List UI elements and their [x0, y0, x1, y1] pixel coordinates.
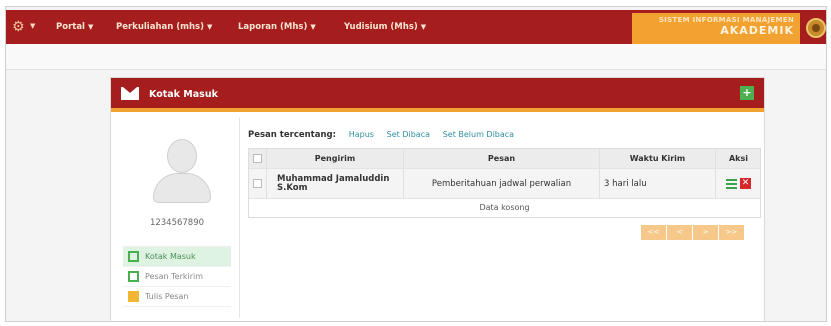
gear-icon[interactable]: ⚙	[12, 19, 28, 35]
bulk-actions: Pesan tercentang: Hapus Set Dibaca Set B…	[248, 130, 524, 140]
app-window: ⚙ ▼ Portal ▼ Perkuliahan (mhs) ▼ Laporan (…	[5, 6, 827, 322]
menu-item-inbox[interactable]: Kotak Masuk	[123, 247, 231, 267]
top-navbar: ⚙ ▼ Portal ▼ Perkuliahan (mhs) ▼ Laporan (…	[6, 10, 826, 44]
pencil-icon	[128, 291, 139, 302]
bulk-actions-label: Pesan tercentang:	[248, 130, 337, 140]
header-actions: Aksi	[728, 154, 748, 163]
nav-menu-portal[interactable]: Portal ▼	[56, 22, 93, 32]
select-all-checkbox[interactable]	[253, 154, 262, 163]
chevron-down-icon[interactable]: ▼	[30, 22, 35, 30]
mark-read-link[interactable]: Set Dibaca	[387, 130, 430, 139]
nav-menu-yudisium[interactable]: Yudisium (Mhs) ▼	[344, 22, 426, 32]
inbox-panel: Kotak Masuk + 1234567890 Kotak Masuk Pes…	[110, 77, 765, 321]
delete-icon[interactable]: ✕	[740, 178, 751, 189]
table-row[interactable]: Muhammad Jamaluddin S.Kom Pemberitahuan …	[249, 169, 760, 199]
compose-button[interactable]: +	[740, 86, 754, 100]
row-select-cell	[249, 169, 267, 198]
chevron-down-icon: ▼	[87, 23, 94, 31]
first-page-button[interactable]: <<	[641, 225, 666, 240]
header-sender[interactable]: Pengirim	[267, 149, 404, 168]
panel-title: Kotak Masuk	[149, 89, 218, 100]
avatar	[149, 133, 215, 205]
chevron-down-icon: ▼	[310, 23, 316, 31]
detail-list-icon[interactable]	[726, 178, 737, 189]
nav-menu-laporan[interactable]: Laporan (Mhs) ▼	[238, 22, 316, 32]
column-divider	[239, 118, 240, 318]
student-id: 1234567890	[149, 218, 205, 228]
brand-title: AKADEMIK	[720, 24, 794, 37]
edit-icon	[128, 271, 139, 282]
avatar-body	[153, 173, 211, 203]
message-subject[interactable]: Pemberitahuan jadwal perwalian	[404, 169, 600, 198]
prev-page-button[interactable]: <	[667, 225, 692, 240]
panel-header: Kotak Masuk +	[111, 78, 764, 112]
header-message[interactable]: Pesan	[404, 149, 600, 168]
empty-state: Data kosong	[479, 203, 530, 212]
chevron-down-icon: ▼	[420, 23, 427, 31]
messages-table: Pengirim Pesan Waktu Kirim Aksi Muhammad…	[248, 148, 761, 218]
menu-item-label: Pesan Terkirim	[145, 272, 204, 281]
row-checkbox[interactable]	[253, 179, 262, 188]
pagination: << < > >>	[641, 225, 745, 240]
mailbox-menu: Kotak Masuk Pesan Terkirim Tulis Pesan	[123, 246, 231, 307]
row-actions: ✕	[716, 169, 761, 198]
nav-menu-perkuliahan[interactable]: Perkuliahan (mhs) ▼	[116, 22, 212, 32]
app-brand: SISTEM INFORMASI MANAJEMEN AKADEMIK	[632, 13, 800, 44]
chevron-down-icon: ▼	[207, 23, 213, 31]
menu-item-sent[interactable]: Pesan Terkirim	[123, 267, 231, 287]
table-header: Pengirim Pesan Waktu Kirim Aksi	[249, 149, 760, 169]
subheader-strip	[6, 44, 826, 70]
message-sender: Muhammad Jamaluddin S.Kom	[267, 169, 404, 198]
envelope-icon	[121, 87, 139, 100]
header-time[interactable]: Waktu Kirim	[600, 149, 716, 168]
mark-unread-link[interactable]: Set Belum Dibaca	[443, 130, 514, 139]
avatar-head	[167, 139, 197, 173]
menu-item-label: Tulis Pesan	[145, 292, 189, 301]
last-page-button[interactable]: >>	[719, 225, 744, 240]
university-logo	[806, 18, 826, 38]
message-time: 3 hari lalu	[600, 169, 716, 198]
select-all-cell	[249, 149, 267, 168]
next-page-button[interactable]: >	[693, 225, 718, 240]
brand-subtitle: SISTEM INFORMASI MANAJEMEN	[658, 16, 794, 24]
menu-item-label: Kotak Masuk	[145, 252, 196, 261]
edit-icon	[128, 251, 139, 262]
menu-item-compose[interactable]: Tulis Pesan	[123, 287, 231, 307]
delete-selected-link[interactable]: Hapus	[349, 130, 374, 139]
